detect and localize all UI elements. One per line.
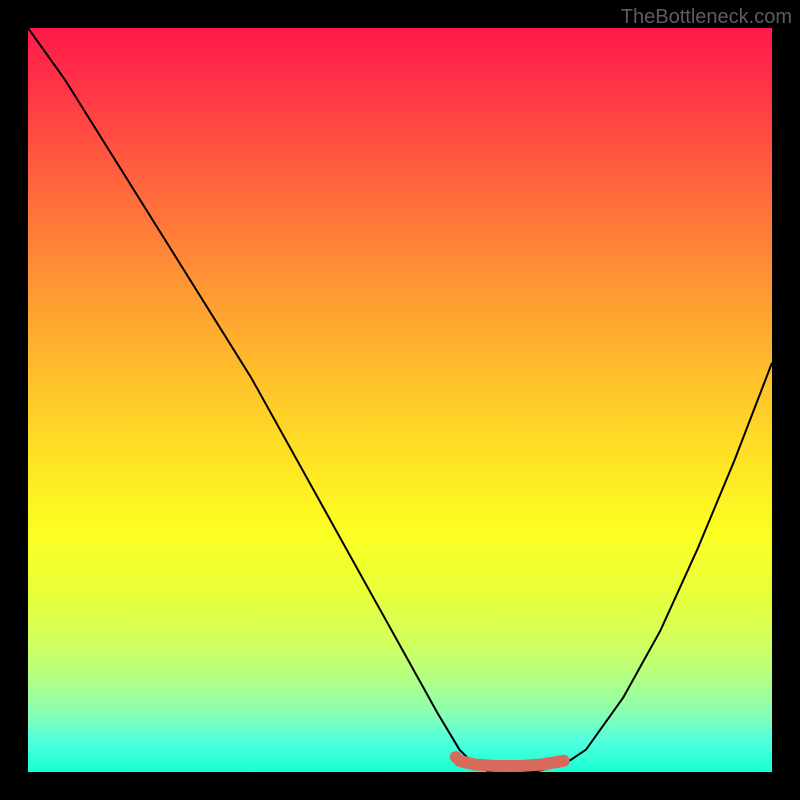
chart-curve <box>28 28 772 772</box>
watermark: TheBottleneck.com <box>621 6 792 29</box>
chart-frame: TheBottleneck.com <box>0 0 800 800</box>
